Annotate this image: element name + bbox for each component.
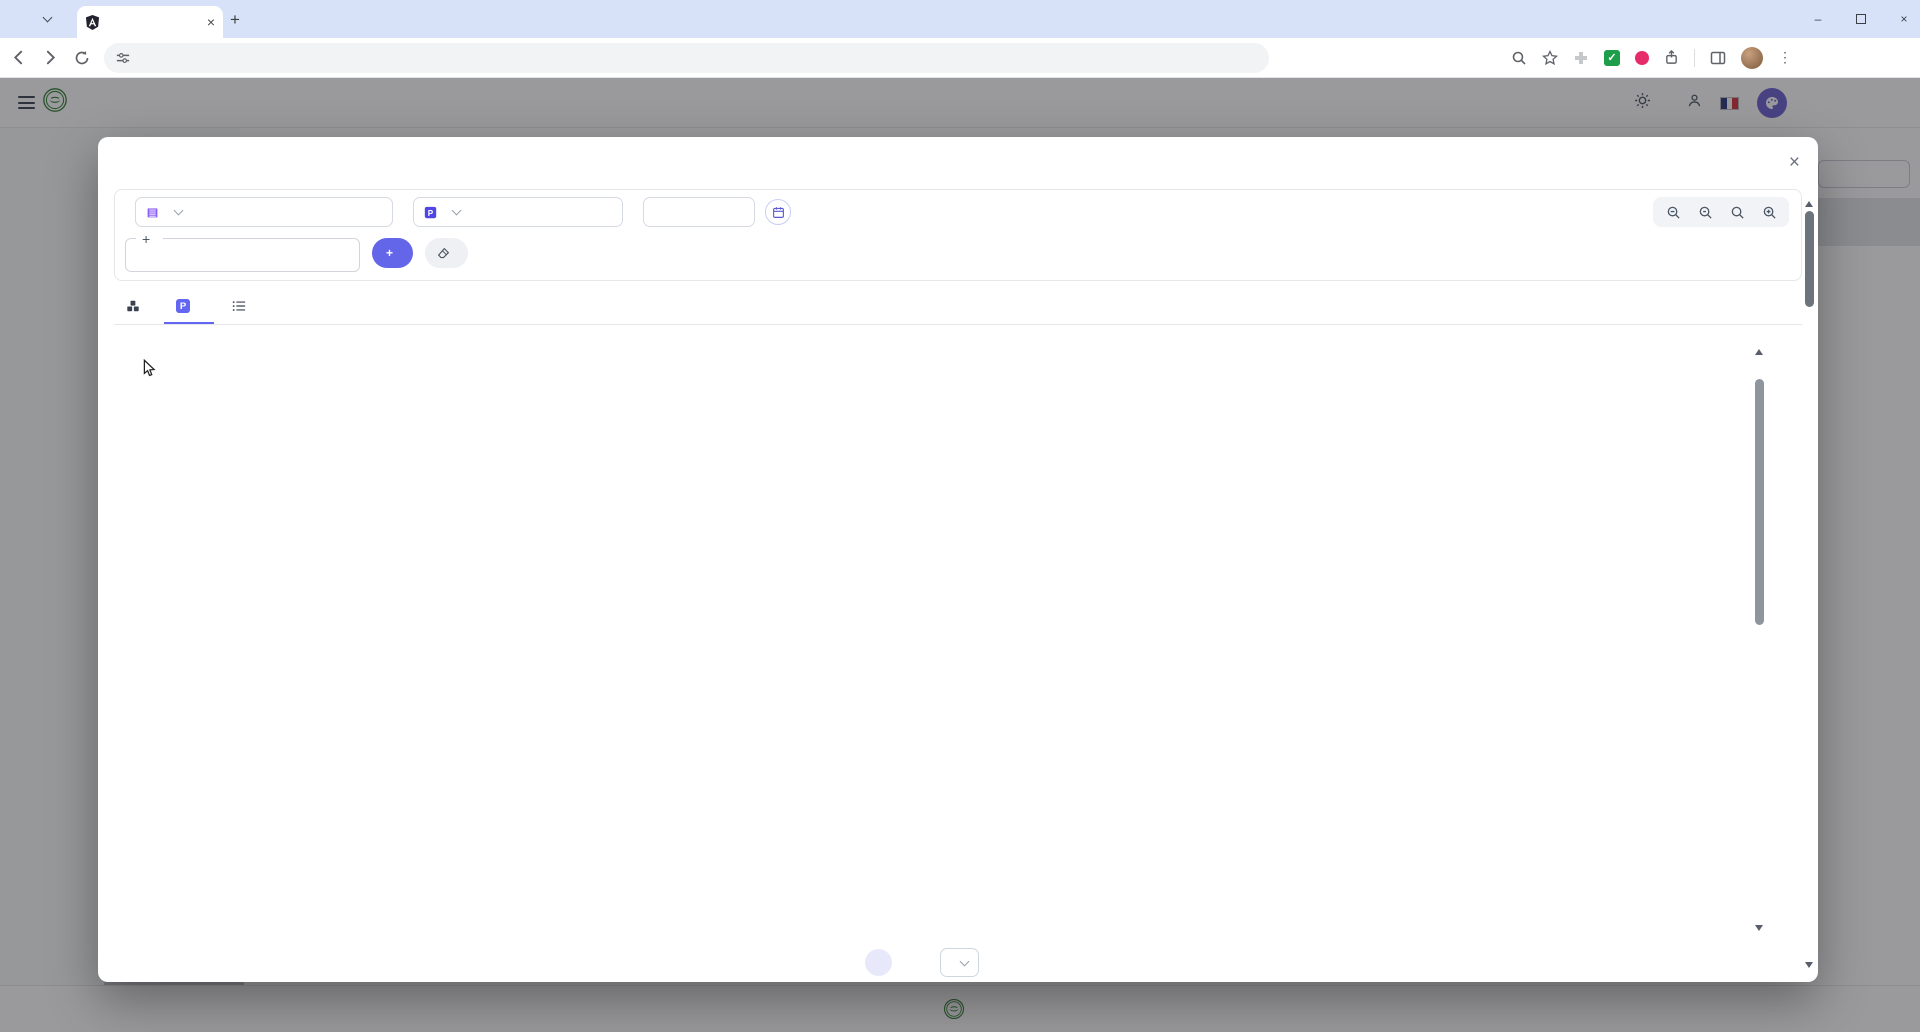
svg-text:P: P [428, 208, 434, 217]
scroll-up-icon[interactable] [1755, 349, 1763, 355]
chevron-down-icon [173, 205, 184, 216]
modal-tabs: P [114, 291, 1802, 325]
window-minimize-button[interactable]: – [1810, 12, 1826, 26]
tab-close-icon[interactable]: × [207, 15, 215, 29]
menu-kebab-icon[interactable]: ⋮ [1778, 49, 1792, 66]
stock-table [126, 343, 1752, 937]
tab-preparation[interactable]: P [164, 291, 214, 324]
stock-cubes-icon [127, 300, 139, 312]
profile-avatar[interactable] [1741, 46, 1763, 69]
tab-search-button[interactable] [36, 11, 58, 27]
zone-select[interactable]: P [413, 197, 623, 227]
expand-plus-icon[interactable]: + [142, 231, 150, 247]
table-zoom-controls [1653, 197, 1789, 227]
pagination [38, 948, 1758, 977]
reset-values-button[interactable] [425, 238, 469, 268]
eraser-icon [437, 247, 450, 258]
angular-favicon [85, 14, 100, 30]
zone-p-icon: P [424, 206, 437, 218]
warehouse-icon [147, 207, 158, 217]
search-icon[interactable] [1511, 50, 1527, 66]
window-close-button[interactable]: × [1896, 12, 1912, 26]
search-icon[interactable] [1723, 200, 1751, 224]
share-icon[interactable] [1664, 50, 1679, 65]
modal-close-icon[interactable]: × [1789, 153, 1800, 172]
site-settings-icon[interactable] [116, 51, 130, 65]
date-input[interactable] [643, 197, 755, 227]
extension-dim-icon[interactable] [1573, 50, 1589, 66]
modal-scrollbar[interactable] [1803, 195, 1815, 974]
chevron-down-icon [451, 205, 462, 216]
browser-toolbar: ✓ ⋮ [0, 38, 1920, 78]
distribute-button[interactable]: + [372, 238, 414, 268]
zoom-in-icon[interactable] [1755, 200, 1783, 224]
tab-liste-distribution[interactable] [220, 291, 264, 324]
modal-scroll-up-icon[interactable] [1805, 201, 1813, 207]
url-bar[interactable] [104, 42, 1269, 73]
new-tab-button[interactable]: + [230, 10, 240, 30]
preparation-toolbar: P + + [114, 189, 1802, 281]
window-maximize-button[interactable] [1856, 14, 1866, 24]
extension-green-icon[interactable]: ✓ [1604, 49, 1620, 66]
side-panel-icon[interactable] [1710, 50, 1726, 66]
list-icon [232, 301, 246, 311]
chevron-down-icon [959, 956, 970, 966]
plus-icon: + [386, 246, 394, 260]
zoom-out-icon[interactable] [1659, 200, 1687, 224]
calendar-icon[interactable] [765, 199, 791, 225]
mouse-cursor [142, 358, 158, 384]
configuration-panel-toggle[interactable]: + [136, 231, 164, 247]
zoom-out-small-icon[interactable] [1691, 200, 1719, 224]
bookmark-star-icon[interactable] [1542, 49, 1558, 66]
table-scrollbar[interactable] [1753, 343, 1766, 937]
depot-select[interactable] [135, 197, 393, 227]
tab-stock[interactable] [114, 291, 158, 324]
forward-icon[interactable] [36, 44, 64, 72]
page-size-select[interactable] [940, 948, 979, 977]
configuration-panel: + [125, 231, 360, 272]
edit-preparation-modal: × P + + P [98, 137, 1818, 982]
reload-icon[interactable] [68, 44, 96, 72]
back-icon[interactable] [4, 44, 32, 72]
extension-red-icon[interactable] [1635, 50, 1649, 65]
scroll-down-icon[interactable] [1755, 925, 1763, 931]
browser-titlebar: × + – × [0, 0, 1920, 38]
modal-scroll-down-icon[interactable] [1805, 962, 1813, 968]
browser-tab[interactable]: × [77, 6, 223, 38]
table-scrollbar-thumb[interactable] [1755, 379, 1764, 625]
modal-scrollbar-thumb[interactable] [1805, 211, 1814, 307]
current-page-button[interactable] [865, 949, 892, 976]
preparation-p-icon: P [176, 299, 190, 313]
